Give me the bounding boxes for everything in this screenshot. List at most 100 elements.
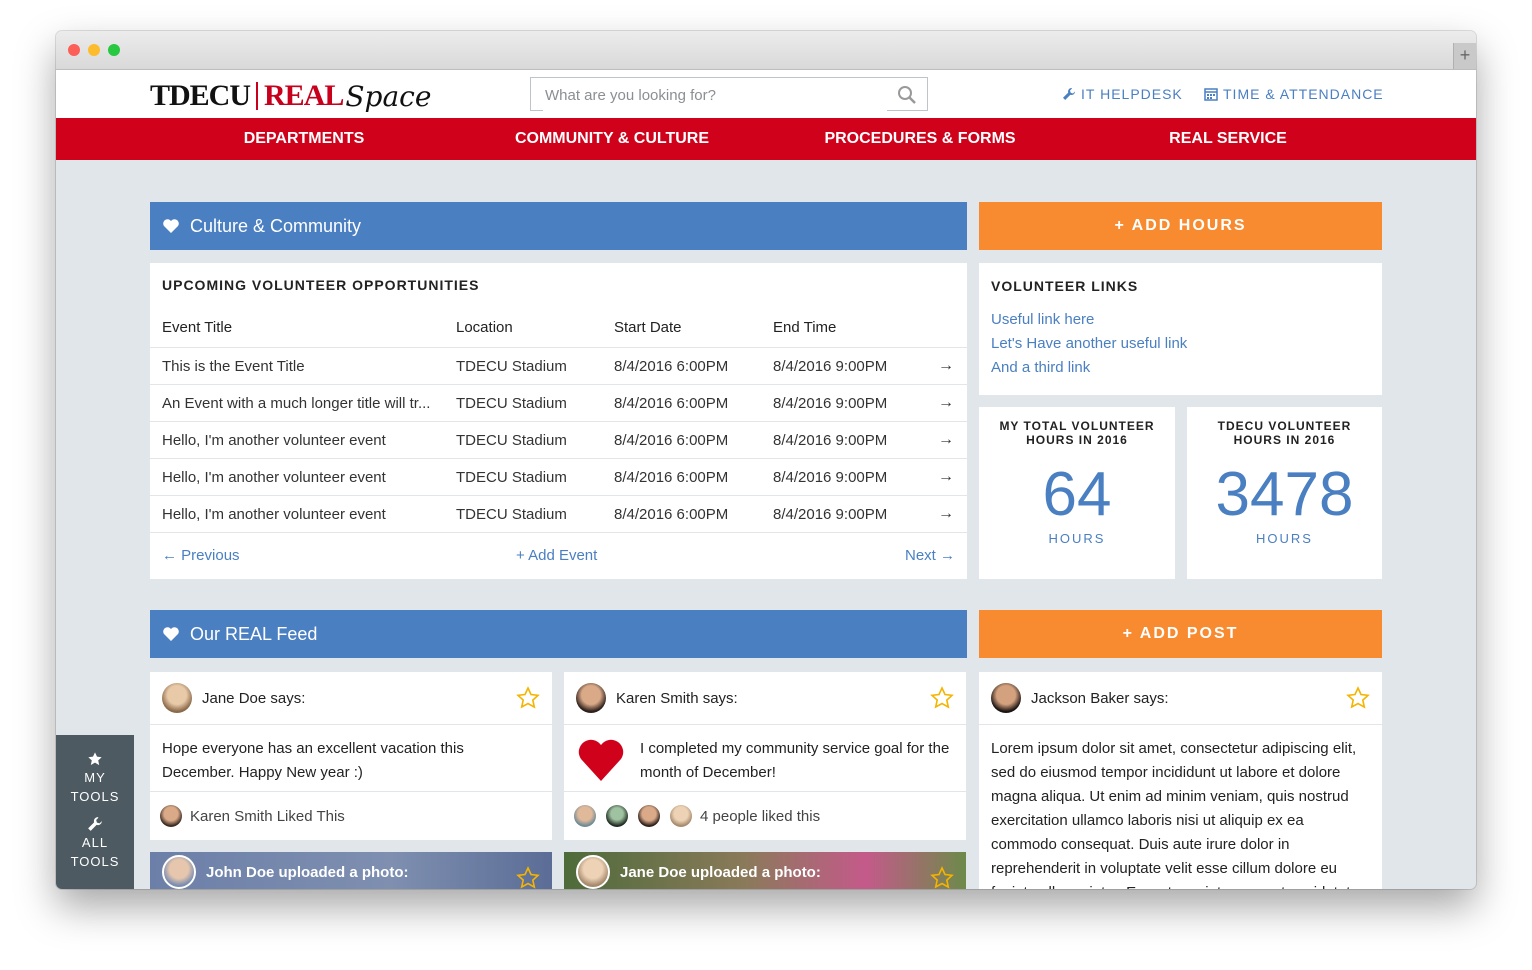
events-pager: ← Previous + Add Event Next → [150,532,967,573]
event-location: TDECU Stadium [444,421,602,459]
post-text: Lorem ipsum dolor sit amet, consectetur … [991,740,1357,889]
arrow-right-icon[interactable]: → [925,495,967,532]
avatar [576,855,610,889]
avatar [574,805,596,827]
arrow-right-icon[interactable]: → [925,421,967,459]
star-icon[interactable] [516,866,540,889]
post-text: I completed my community service goal fo… [640,740,950,781]
post-likes[interactable]: 4 people liked this [564,791,966,840]
it-helpdesk-link[interactable]: IT HELPDESK [1062,86,1183,102]
search-input[interactable] [543,79,887,111]
heart-icon [578,739,624,781]
col-start-date: Start Date [614,318,682,336]
photo-post-author: John Doe uploaded a photo: [206,863,409,881]
nav-community-culture[interactable]: COMMUNITY & CULTURE [458,118,766,160]
photo-post-card[interactable]: John Doe uploaded a photo: [150,852,552,889]
event-end: 8/4/2016 9:00PM [761,384,925,422]
tdecu-hours-value: 3478 [1215,460,1354,529]
nav-procedures-forms[interactable]: PROCEDURES & FORMS [766,118,1074,160]
tdecu-hours-unit: HOURS [1256,531,1313,546]
all-tools-label-1: ALL [81,835,109,850]
volunteer-link-3[interactable]: And a third link [991,356,1382,380]
next-link[interactable]: Next → [905,547,955,564]
add-hours-button[interactable]: + ADD HOURS [979,202,1382,250]
heart-icon [163,219,179,233]
add-post-button[interactable]: + ADD POST [979,610,1382,658]
volunteer-link-2[interactable]: Let's Have another useful link [991,332,1382,356]
arrow-right-icon[interactable]: → [925,458,967,496]
photo-post-card[interactable]: Jane Doe uploaded a photo: [564,852,966,889]
arrow-right-icon[interactable]: → [925,384,967,422]
feed-post-card: Jane Doe says: Hope everyone has an exce… [150,672,552,840]
add-event-link[interactable]: + Add Event [516,547,597,564]
post-author: Jane Doe says: [202,689,306,707]
event-location: TDECU Stadium [444,495,602,532]
title-bar: + [56,31,1476,70]
event-end: 8/4/2016 9:00PM [761,421,925,459]
post-header: Jane Doe says: [150,672,552,725]
table-row[interactable]: Hello, I'm another volunteer event TDECU… [150,458,967,496]
table-row[interactable]: Hello, I'm another volunteer event TDECU… [150,495,967,532]
table-row[interactable]: This is the Event Title TDECU Stadium 8/… [150,347,967,385]
avatar [670,805,692,827]
post-likes[interactable]: Karen Smith Liked This [150,791,552,840]
avatar [576,683,606,713]
post-header: Karen Smith says: [564,672,966,725]
previous-link[interactable]: ← Previous [162,547,240,564]
event-location: TDECU Stadium [444,458,602,496]
table-row[interactable]: An Event with a much longer title will t… [150,384,967,422]
my-hours-unit: HOURS [1048,531,1106,546]
event-start: 8/4/2016 6:00PM [602,421,761,459]
volunteer-link-1[interactable]: Useful link here [991,308,1382,332]
post-text: Hope everyone has an excellent vacation … [162,740,464,781]
events-table: Event Title Location Start Date End Time… [150,315,967,532]
tdecu-hours-label-1: TDECU VOLUNTEER [1217,419,1352,433]
event-start: 8/4/2016 6:00PM [602,495,761,532]
my-hours-card: MY TOTAL VOLUNTEER HOURS IN 2016 64 HOUR… [979,407,1175,579]
star-icon[interactable] [516,686,540,710]
real-feed-title: Our REAL Feed [190,623,318,644]
nav-departments[interactable]: DEPARTMENTS [150,118,458,160]
table-row[interactable]: Hello, I'm another volunteer event TDECU… [150,421,967,459]
wrench-icon [1063,88,1075,100]
my-hours-label-2: HOURS IN 2016 [1026,433,1128,447]
nav-real-service[interactable]: REAL SERVICE [1074,118,1382,160]
heart-icon [163,627,179,641]
col-action [925,315,967,348]
search-icon[interactable] [897,85,917,105]
star-icon[interactable] [930,686,954,710]
my-hours-label-1: MY TOTAL VOLUNTEER [999,419,1155,433]
new-tab-button[interactable]: + [1453,43,1476,69]
it-helpdesk-label: IT HELPDESK [1081,86,1183,102]
tdecu-realspace-logo[interactable]: TDECU REAL Space [150,79,431,113]
time-attendance-label: TIME & ATTENDANCE [1223,86,1384,102]
post-author: Jackson Baker says: [1031,689,1169,707]
post-header: Jackson Baker says: [979,672,1382,725]
event-title: Hello, I'm another volunteer event [150,458,444,496]
event-title: This is the Event Title [150,347,444,385]
main-nav: DEPARTMENTS COMMUNITY & CULTURE PROCEDUR… [56,118,1476,160]
event-start: 8/4/2016 6:00PM [602,347,761,385]
time-attendance-link[interactable]: TIME & ATTENDANCE [1204,86,1384,102]
all-tools-label-2: TOOLS [70,854,120,869]
star-icon [88,752,102,766]
maximize-window-button[interactable] [108,44,120,56]
my-tools-button[interactable]: MY TOOLS [56,735,134,804]
site-header: TDECUREALSpace IT HELPDESK TIME & ATTEND… [56,70,1476,118]
star-icon[interactable] [930,866,954,889]
event-end: 8/4/2016 9:00PM [761,347,925,385]
minimize-window-button[interactable] [88,44,100,56]
event-start: 8/4/2016 6:00PM [602,384,761,422]
all-tools-button[interactable]: ALL TOOLS [56,804,134,869]
avatar [991,683,1021,713]
avatar [162,855,196,889]
arrow-right-icon[interactable]: → [925,347,967,385]
opportunities-heading: UPCOMING VOLUNTEER OPPORTUNITIES [162,277,480,293]
wrench-icon [88,817,102,831]
star-icon[interactable] [1346,686,1370,710]
event-location: TDECU Stadium [444,347,602,385]
col-location: Location [456,318,513,336]
my-tools-label-2: TOOLS [70,789,120,804]
close-window-button[interactable] [68,44,80,56]
avatar [162,683,192,713]
